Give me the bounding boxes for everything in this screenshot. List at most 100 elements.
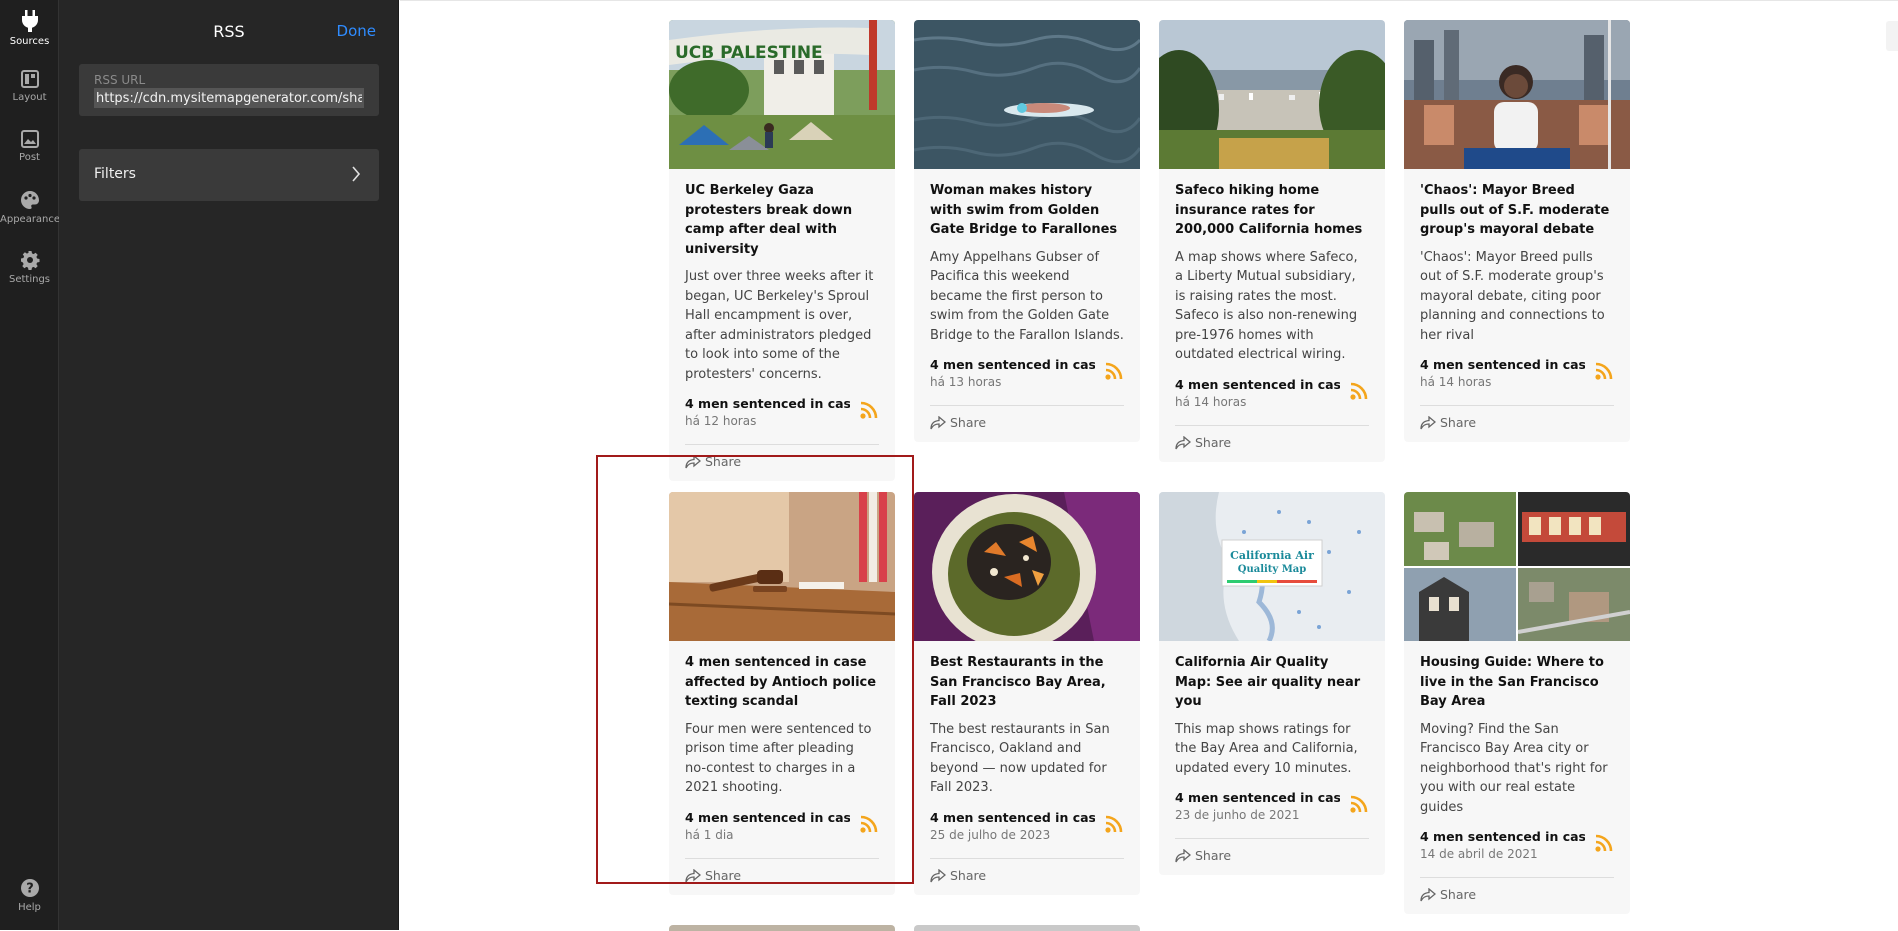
rss-url-label: RSS URL bbox=[94, 73, 146, 87]
filters-row[interactable]: Filters bbox=[79, 149, 379, 201]
post-title[interactable]: Best Restaurants in the San Francisco Ba… bbox=[930, 653, 1124, 712]
rss-settings-panel: RSS Done RSS URL Filters bbox=[59, 0, 399, 930]
share-icon bbox=[1175, 848, 1192, 863]
filters-label: Filters bbox=[94, 166, 136, 182]
post-title[interactable]: California Air Quality Map: See air qual… bbox=[1175, 653, 1369, 712]
left-nav-rail: Sources Layout Post Appearance Settings … bbox=[0, 0, 61, 930]
svg-text:?: ? bbox=[26, 882, 34, 897]
post-time: 25 de julho de 2023 bbox=[930, 827, 1051, 842]
rail-label-post: Post bbox=[19, 152, 40, 163]
post-image-restaurant-dish bbox=[914, 492, 1140, 641]
post-meta: 4 men sentenced in case... há 14 horas bbox=[1175, 377, 1369, 413]
rail-label-sources: Sources bbox=[9, 36, 50, 47]
post-description: 'Chaos': Mayor Breed pulls out of S.F. m… bbox=[1420, 249, 1605, 343]
rss-icon bbox=[860, 401, 878, 419]
rail-label-settings: Settings bbox=[8, 274, 50, 285]
post-time: 14 de abril de 2021 bbox=[1420, 847, 1538, 861]
rss-icon bbox=[1350, 795, 1368, 813]
post-time: há 13 horas bbox=[930, 375, 1002, 389]
post-source: 4 men sentenced in case... bbox=[1175, 376, 1340, 392]
share-label: Share bbox=[1440, 415, 1477, 430]
post-title[interactable]: Housing Guide: Where to live in the San … bbox=[1420, 653, 1614, 712]
rail-label-help: Help bbox=[18, 902, 41, 913]
done-button[interactable]: Done bbox=[337, 22, 376, 40]
post-description: This map shows ratings for the Bay Area … bbox=[1175, 721, 1358, 776]
post-meta: 4 men sentenced in case... há 12 horas bbox=[685, 396, 879, 432]
rail-label-appearance: Appearance bbox=[0, 214, 61, 225]
share-button[interactable]: Share bbox=[1175, 839, 1369, 875]
post-image-housing-collage bbox=[1404, 492, 1630, 641]
rail-item-help[interactable]: ? Help bbox=[0, 878, 59, 913]
post-description: The best restaurants in San Francisco, O… bbox=[930, 721, 1110, 796]
post-description: A map shows where Safeco, a Liberty Mutu… bbox=[1175, 249, 1358, 363]
share-label: Share bbox=[1195, 848, 1232, 863]
post-card[interactable]: Woman makes history with swim from Golde… bbox=[914, 20, 1140, 442]
share-button[interactable]: Share bbox=[930, 406, 1124, 442]
post-image-city-hills bbox=[1159, 20, 1385, 169]
share-button[interactable]: Share bbox=[1175, 426, 1369, 462]
rss-icon bbox=[1105, 362, 1123, 380]
help-icon: ? bbox=[20, 879, 39, 897]
rail-item-sources[interactable]: Sources bbox=[0, 10, 59, 47]
palette-icon bbox=[20, 191, 39, 209]
post-source: 4 men sentenced in case... bbox=[930, 809, 1095, 825]
share-label: Share bbox=[950, 415, 987, 430]
share-icon bbox=[930, 415, 947, 430]
plug-icon bbox=[21, 10, 38, 32]
selection-highlight bbox=[596, 455, 914, 884]
rail-item-layout[interactable]: Layout bbox=[0, 70, 59, 103]
chevron-right-icon bbox=[352, 166, 361, 182]
post-image-mayor bbox=[1404, 20, 1630, 169]
rss-icon bbox=[1595, 834, 1613, 852]
post-description: Amy Appelhans Gubser of Pacifica this we… bbox=[930, 249, 1124, 343]
share-label: Share bbox=[1440, 887, 1477, 902]
share-icon bbox=[1420, 415, 1437, 430]
rail-label-layout: Layout bbox=[12, 92, 47, 103]
post-card[interactable]: 'Chaos': Mayor Breed pulls out of S.F. m… bbox=[1404, 20, 1630, 442]
svg-text:UCB PALESTINE: UCB PALESTINE bbox=[675, 43, 823, 63]
post-card[interactable]: Best Restaurants in the San Francisco Ba… bbox=[914, 492, 1140, 895]
post-card[interactable]: UCB PALESTINE UC Berkeley Gaza protester… bbox=[669, 20, 895, 481]
post-source: 4 men sentenced in case... bbox=[685, 396, 850, 411]
post-title[interactable]: 'Chaos': Mayor Breed pulls out of S.F. m… bbox=[1420, 181, 1614, 240]
image-icon bbox=[20, 130, 39, 148]
scroll-tab[interactable] bbox=[1886, 21, 1898, 51]
post-time: há 12 horas bbox=[685, 414, 757, 428]
gear-icon bbox=[20, 251, 39, 270]
post-image-protest-camp: UCB PALESTINE bbox=[669, 20, 895, 169]
post-meta: 4 men sentenced in case... 23 de junho d… bbox=[1175, 790, 1369, 826]
post-card[interactable]: California Air Quality Map California Ai… bbox=[1159, 492, 1385, 875]
post-title[interactable]: UC Berkeley Gaza protesters break down c… bbox=[685, 181, 879, 259]
post-source: 4 men sentenced in case... bbox=[1175, 790, 1340, 805]
share-icon bbox=[930, 868, 947, 882]
post-source: 4 men sentenced in case... bbox=[1420, 357, 1585, 372]
rail-item-post[interactable]: Post bbox=[0, 130, 59, 163]
post-image-swimmer bbox=[914, 20, 1140, 169]
post-meta: 4 men sentenced in case... há 13 horas bbox=[930, 357, 1124, 393]
next-row-card-peek bbox=[669, 925, 895, 931]
rss-icon bbox=[1595, 362, 1613, 380]
post-card[interactable]: Safeco hiking home insurance rates for 2… bbox=[1159, 20, 1385, 462]
rail-item-settings[interactable]: Settings bbox=[0, 250, 59, 285]
share-icon bbox=[1420, 887, 1437, 902]
rss-icon bbox=[1105, 815, 1123, 833]
share-button[interactable]: Share bbox=[930, 859, 1124, 895]
next-row-card-peek bbox=[914, 925, 1140, 931]
rss-url-input[interactable] bbox=[94, 88, 364, 108]
rss-icon bbox=[1350, 382, 1368, 400]
post-meta: 4 men sentenced in case... 14 de abril d… bbox=[1420, 829, 1614, 865]
share-label: Share bbox=[950, 867, 987, 883]
share-button[interactable]: Share bbox=[1420, 406, 1614, 442]
rail-item-appearance[interactable]: Appearance bbox=[0, 190, 61, 225]
post-time: há 14 horas bbox=[1420, 375, 1492, 389]
post-description: Just over three weeks after it began, UC… bbox=[685, 269, 874, 382]
share-button[interactable]: Share bbox=[1420, 878, 1614, 914]
post-card[interactable]: Housing Guide: Where to live in the San … bbox=[1404, 492, 1630, 914]
post-title[interactable]: Safeco hiking home insurance rates for 2… bbox=[1175, 181, 1369, 240]
map-badge-line1: California Air bbox=[1230, 549, 1314, 562]
post-title[interactable]: Woman makes history with swim from Golde… bbox=[930, 181, 1124, 240]
layout-icon bbox=[20, 70, 39, 88]
map-badge-line2: Quality Map bbox=[1238, 564, 1307, 575]
post-meta: 4 men sentenced in case... 25 de julho d… bbox=[930, 810, 1124, 846]
rss-url-field: RSS URL bbox=[79, 64, 379, 116]
